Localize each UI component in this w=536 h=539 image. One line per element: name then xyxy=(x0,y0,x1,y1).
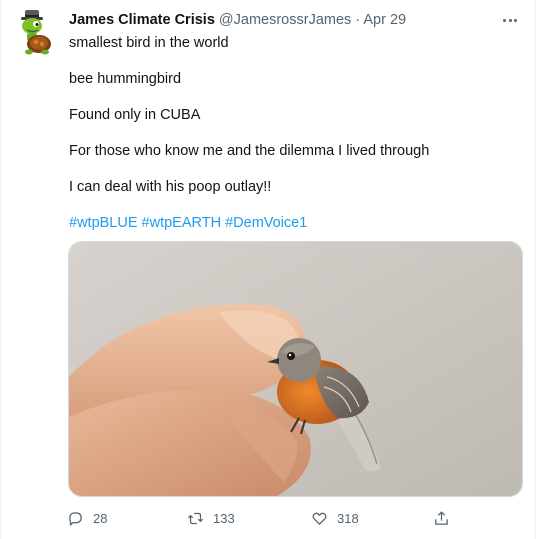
reply-button[interactable]: 28 xyxy=(67,508,107,528)
retweet-icon xyxy=(187,512,204,524)
tweet-photo[interactable] xyxy=(68,241,523,497)
tweet-line: smallest bird in the world xyxy=(69,35,229,51)
avatar-turtle-image xyxy=(21,10,51,55)
tweet[interactable]: James Climate Crisis @JamesrossrJames · … xyxy=(0,0,536,539)
hashtag-link[interactable]: #DemVoice1 xyxy=(225,215,307,231)
bird-on-finger-image xyxy=(69,242,522,496)
heart-icon xyxy=(312,512,327,525)
tweet-line: bee hummingbird xyxy=(69,71,182,87)
hashtags: #wtpBLUE #wtpEARTH #DemVoice1 xyxy=(69,214,521,232)
reply-count: 28 xyxy=(93,510,108,526)
retweet-count: 133 xyxy=(213,510,235,526)
tweet-text: smallest bird in the world bee hummingbi… xyxy=(69,34,521,232)
tweet-header: James Climate Crisis @JamesrossrJames · … xyxy=(69,11,495,29)
more-horizontal-icon[interactable] xyxy=(500,12,520,28)
avatar[interactable] xyxy=(15,8,55,56)
tweet-line: Found only in CUBA xyxy=(69,107,201,123)
share-icon xyxy=(435,510,448,525)
retweet-button[interactable]: 133 xyxy=(187,508,235,528)
hashtag-link[interactable]: #wtpEARTH xyxy=(142,215,222,231)
share-button[interactable] xyxy=(433,508,450,528)
separator: · xyxy=(355,12,361,28)
reply-icon xyxy=(69,511,82,526)
author-handle[interactable]: @JamesrossrJames xyxy=(219,12,351,28)
hashtag-link[interactable]: #wtpBLUE xyxy=(69,215,138,231)
tweet-date[interactable]: Apr 29 xyxy=(363,12,406,28)
like-count: 318 xyxy=(337,510,359,526)
tweet-line: I can deal with his poop outlay!! xyxy=(69,179,272,195)
author-name[interactable]: James Climate Crisis xyxy=(69,12,215,28)
like-button[interactable]: 318 xyxy=(311,508,359,528)
tweet-actions: 28 133 318 xyxy=(67,508,457,528)
tweet-line: For those who know me and the dilemma I … xyxy=(69,143,430,159)
